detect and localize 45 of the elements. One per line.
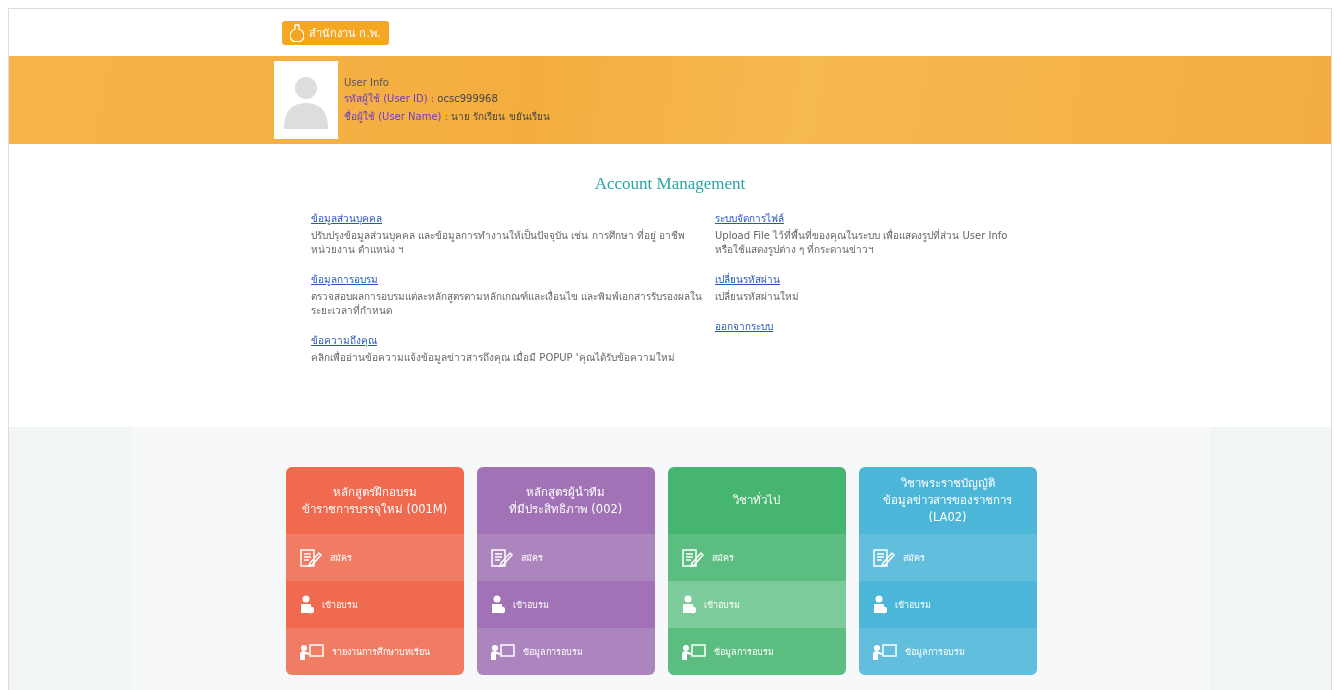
course-menu-item[interactable]: สมัคร [285,534,464,581]
course-menu-item[interactable]: เข้าอบรม [858,581,1037,628]
user-info-title: User Info [344,76,390,88]
presenter-icon [681,643,706,660]
menu-link[interactable]: ระบบจัดการไฟล์ [715,212,1015,226]
link-description: Upload File ไว้ที่พื้นที่ของคุณในระบบ เพื่อแสดงรูปที่ส่วน User Info หรือใช้แสดงรูปต่าง ๆ ที่กระดานข่าวฯ [715,229,1009,257]
avatar-icon [274,61,338,139]
presenter-icon [490,643,515,660]
form-pen-icon [681,547,704,568]
menu-link[interactable]: ข้อความถึงคุณ [311,334,711,348]
person-icon [299,594,314,615]
course-menu-item[interactable]: ข้อมูลการอบรม [858,628,1037,675]
presenter-icon [299,643,324,660]
form-pen-icon [872,547,895,568]
section-title: Account Management [594,174,746,194]
course-menu-item[interactable]: สมัคร [667,534,846,581]
course-title: หลักสูตรฝึกอบรม ข้าราชการบรรจุใหม่ (001M) [300,483,449,518]
link-description: ปรับปรุงข้อมูลส่วนบุคคล และข้อมูลการทำงานให้เป็นปัจจุบัน เช่น การศึกษา ที่อยู่ อาชีพ หน่วยงาน ตำแหน่ง ฯ [311,229,686,257]
course-menu-item[interactable]: เข้าอบรม [476,581,655,628]
user-info-line: ชื่อผู้ใช้ (User Name) : นาย รักเรียน ขยันเรียน [344,108,550,124]
course-menu-item[interactable]: สมัคร [476,534,655,581]
link-description: ตรวจสอบผลการอบรมแต่ละหลักสูตรตามหลักเกณฑ์และเงื่อนไข และพิมพ์เอกสารรับรองผลในระยะเวลาที่กำหนด [311,290,704,318]
link-description: คลิกเพื่ออ่านข้อความแจ้งข้อมูลข่าวสารถึงคุณ เมื่อมี POPUP 'คุณได้รับข้อความใหม่ [311,351,676,365]
course-menu-item[interactable]: เข้าอบรม [667,581,846,628]
menu-link[interactable]: ข้อมูลการอบรม [311,273,711,287]
course-menu-item[interactable]: ข้อมูลการอบรม [476,628,655,675]
course-menu-item[interactable]: สมัคร [858,534,1037,581]
course-menu-item[interactable]: รายงานการศึกษาบทเรียน [285,628,464,675]
person-icon [872,594,887,615]
person-icon [681,594,696,615]
course-title: วิชาทั่วไป [732,491,781,509]
person-icon [490,594,505,615]
user-info-line: รหัสผู้ใช้ (User ID) : ocsc999968 [344,91,499,106]
course-menu-item[interactable]: ข้อมูลการอบรม [667,628,846,675]
course-title: หลักสูตรผู้นำทีม ที่มีประสิทธิภาพ (002) [507,483,624,518]
course-menu-item[interactable]: เข้าอบรม [285,581,464,628]
menu-link[interactable]: ออกจากระบบ [715,320,1015,334]
link-description: เปลี่ยนรหัสผ่านใหม่ [715,290,800,304]
logo[interactable]: สำนักงาน ก.พ. [282,20,389,45]
form-pen-icon [299,547,322,568]
form-pen-icon [490,547,513,568]
presenter-icon [872,643,897,660]
menu-link[interactable]: เปลี่ยนรหัสผ่าน [715,273,1015,287]
menu-link[interactable]: ข้อมูลส่วนบุคคล [311,212,711,226]
course-title: วิชาพระราชบัญญัติ ข้อมูลข่าวสารของราชการ (LA02) [882,475,1013,526]
